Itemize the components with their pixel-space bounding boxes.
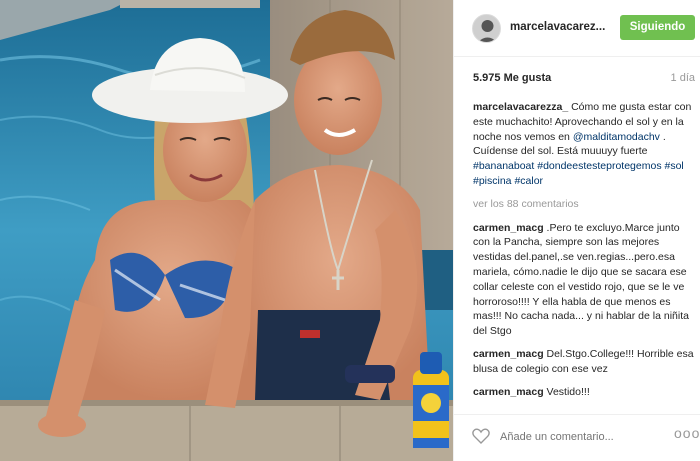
- comments-list: marcelavacarezza_ Cómo me gusta estar co…: [473, 100, 695, 412]
- caption-hashtags[interactable]: #bananaboat #dondeestesteprotegemos #sol…: [473, 160, 684, 187]
- caption: marcelavacarezza_ Cómo me gusta estar co…: [473, 100, 695, 189]
- comment-item: carmen_macg .Pero te excluyo.Marce junto…: [473, 221, 695, 339]
- comment-author[interactable]: carmen_macg: [473, 222, 544, 234]
- following-button[interactable]: Siguiendo: [620, 15, 695, 40]
- avatar[interactable]: [472, 14, 501, 43]
- post-time[interactable]: 1 día: [671, 72, 695, 84]
- post-sidebar: marcelavacarez... Siguiendo 5.975 Me gus…: [453, 0, 700, 461]
- caption-mention[interactable]: @malditamodachv: [573, 131, 660, 143]
- comment-input[interactable]: [500, 427, 660, 447]
- comment-author[interactable]: carmen_macg: [473, 386, 544, 398]
- comment-text: .Pero te excluyo.Marce junto con la Panc…: [473, 221, 689, 338]
- post-photo[interactable]: [0, 0, 453, 461]
- username[interactable]: marcelavacarez...: [510, 21, 605, 33]
- avatar-image: [473, 15, 500, 42]
- post-header: marcelavacarez... Siguiendo: [454, 0, 700, 57]
- comment-text: Vestido!!!: [543, 385, 590, 398]
- comment-item: carmen_macg Del.Stgo.College!!! Horrible…: [473, 347, 695, 377]
- comment-item: carmen_macg Vestido!!!: [473, 385, 695, 400]
- view-all-comments-link[interactable]: ver los 88 comentarios: [473, 197, 695, 212]
- photo-illustration: [0, 0, 453, 461]
- likes-count[interactable]: 5.975 Me gusta: [473, 72, 551, 84]
- caption-author[interactable]: marcelavacarezza_: [473, 101, 568, 113]
- ellipsis-icon[interactable]: ooo: [674, 425, 699, 445]
- heart-outline-icon[interactable]: [472, 428, 490, 444]
- add-comment-bar: ooo: [454, 414, 700, 461]
- post-meta: 5.975 Me gusta 1 día: [473, 72, 695, 88]
- comment-author[interactable]: carmen_macg: [473, 348, 544, 360]
